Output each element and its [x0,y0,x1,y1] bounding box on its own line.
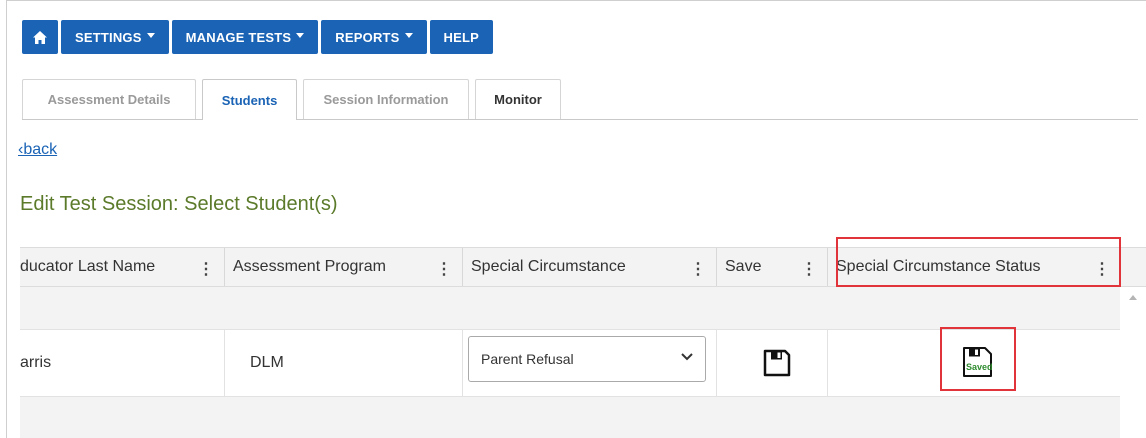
column-header-educator-last-name[interactable]: ducator Last Name ⋮ [20,248,225,286]
highlight-saved-icon-box [940,327,1016,391]
column-menu-icon[interactable]: ⋮ [436,259,452,279]
tab-bar: Assessment Details Students Session Info… [22,79,567,120]
caret-down-icon [296,32,305,38]
column-header-label: ducator Last Name [20,258,156,275]
cell-assessment-program: DLM [225,330,463,396]
scroll-up-arrow-icon[interactable] [1129,295,1137,300]
floppy-disk-icon [763,349,791,377]
column-menu-icon[interactable]: ⋮ [801,259,817,279]
column-header-special-circumstance[interactable]: Special Circumstance ⋮ [463,248,717,286]
window-top-border [6,0,1146,1]
column-header-label: Assessment Program [233,258,386,275]
table-row-empty [20,397,1120,438]
column-header-label: Save [725,258,762,275]
tab-assessment-details[interactable]: Assessment Details [22,79,196,119]
help-menu-label: HELP [443,29,480,45]
column-header-assessment-program[interactable]: Assessment Program ⋮ [225,248,463,286]
tab-label: Students [221,92,278,108]
back-link[interactable]: ‹back [18,141,57,159]
tab-divider [22,119,1138,120]
tab-monitor[interactable]: Monitor [475,79,561,119]
page-title: Edit Test Session: Select Student(s) [20,193,338,215]
column-menu-icon[interactable]: ⋮ [690,259,706,279]
home-button[interactable] [22,20,58,54]
top-nav: SETTINGS MANAGE TESTS REPORTS HELP [22,20,494,54]
caret-down-icon [404,32,413,38]
window-left-border [6,0,7,438]
home-icon [33,30,47,44]
save-button[interactable] [762,348,792,383]
chevron-down-icon [681,353,693,361]
column-header-save[interactable]: Save ⋮ [717,248,828,286]
settings-menu-label: SETTINGS [75,29,142,45]
cell-educator-last-name: arris [20,330,225,396]
tab-students[interactable]: Students [202,79,297,120]
settings-menu-button[interactable]: SETTINGS [61,20,169,54]
tab-label: Assessment Details [47,92,171,107]
reports-menu-label: REPORTS [335,29,400,45]
caret-down-icon [146,32,155,38]
column-header-label: Special Circumstance [471,258,626,275]
help-menu-button[interactable]: HELP [429,20,494,54]
highlight-status-column-box [836,237,1121,287]
tab-label: Monitor [494,92,542,107]
tab-session-information[interactable]: Session Information [303,79,469,119]
manage-tests-menu-label: MANAGE TESTS [185,29,292,45]
column-menu-icon[interactable]: ⋮ [198,259,214,279]
reports-menu-button[interactable]: REPORTS [321,20,427,54]
special-circumstance-select[interactable]: Parent Refusal [468,336,706,382]
table-row-empty [20,287,1120,329]
vertical-scrollbar[interactable] [1120,287,1146,438]
tab-label: Session Information [323,92,449,107]
special-circumstance-selected-value: Parent Refusal [481,351,574,367]
manage-tests-menu-button[interactable]: MANAGE TESTS [171,20,319,54]
